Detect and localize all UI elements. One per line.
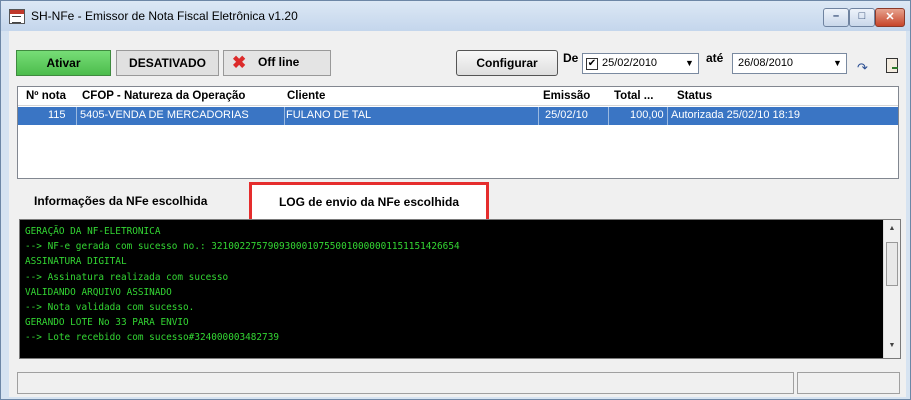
date-from-checkbox[interactable]: ✔ xyxy=(586,58,598,70)
status-pane xyxy=(797,372,900,394)
offline-label: Off line xyxy=(258,55,300,69)
column-header[interactable]: Emissão xyxy=(543,90,590,102)
date-from-value: 25/02/2010 xyxy=(602,57,658,69)
date-to-label: até xyxy=(706,51,724,65)
minimize-icon: – xyxy=(832,10,840,22)
tab-informacoes-label: Informações da NFe escolhida xyxy=(34,194,208,208)
exit-icon[interactable] xyxy=(886,58,898,73)
log-text: GERAÇÃO DA NF-ELETRONICA --> NF-e gerada… xyxy=(25,226,460,344)
column-header[interactable]: Nº nota xyxy=(26,90,66,102)
refresh-icon[interactable]: ↷ xyxy=(857,60,868,76)
date-from-picker[interactable]: ✔ 25/02/2010 ▼ xyxy=(582,53,699,74)
maximize-button[interactable]: □ xyxy=(849,8,875,27)
configurar-button[interactable]: Configurar xyxy=(456,50,558,76)
date-from-dropdown-icon[interactable]: ▼ xyxy=(681,54,698,73)
column-header[interactable]: Total ... xyxy=(614,90,653,102)
tab-log[interactable]: LOG de envio da NFe escolhida xyxy=(249,182,489,222)
date-to-dropdown-icon[interactable]: ▼ xyxy=(829,54,846,73)
offline-icon: ✖ xyxy=(232,53,247,72)
close-icon: ✕ xyxy=(885,11,895,23)
scroll-down-icon[interactable]: ▼ xyxy=(884,342,900,349)
scroll-thumb[interactable] xyxy=(886,242,898,286)
cell-cfop: 5405-VENDA DE MERCADORIAS xyxy=(80,109,249,121)
main-panel: Ativar DESATIVADO ✖ Off line Configurar … xyxy=(9,31,906,397)
table-row[interactable]: 115 5405-VENDA DE MERCADORIAS FULANO DE … xyxy=(18,107,898,125)
scroll-up-icon[interactable]: ▲ xyxy=(884,225,900,232)
date-to-value: 26/08/2010 xyxy=(738,57,794,69)
date-from-label: De xyxy=(563,51,579,65)
nfe-app-icon xyxy=(9,9,25,24)
window-title: SH-NFe - Emissor de Nota Fiscal Eletrôni… xyxy=(31,9,298,23)
connection-status: ✖ Off line xyxy=(223,50,331,76)
close-button[interactable]: ✕ xyxy=(875,8,905,27)
app-window: SH-NFe - Emissor de Nota Fiscal Eletrôni… xyxy=(0,0,911,400)
cell-total: 100,00 xyxy=(630,109,664,121)
status-pane xyxy=(17,372,794,394)
status-bar xyxy=(17,371,906,397)
minimize-button[interactable]: – xyxy=(823,8,849,27)
title-bar[interactable]: SH-NFe - Emissor de Nota Fiscal Eletrôni… xyxy=(1,1,910,31)
cell-status: Autorizada 25/02/10 18:19 xyxy=(671,109,801,121)
tab-log-label: LOG de envio da NFe escolhida xyxy=(278,195,460,209)
notes-table[interactable]: Nº nota CFOP - Natureza da Operação Clie… xyxy=(17,86,899,179)
maximize-icon: □ xyxy=(858,10,866,22)
cell-numero: 115 xyxy=(48,109,66,121)
cell-emissao: 25/02/10 xyxy=(545,109,588,121)
tab-informacoes[interactable]: Informações da NFe escolhida xyxy=(25,182,230,220)
status-indicator: DESATIVADO xyxy=(116,50,219,76)
table-header: Nº nota CFOP - Natureza da Operação Clie… xyxy=(18,87,898,106)
column-header[interactable]: Status xyxy=(677,90,712,102)
log-panel[interactable]: GERAÇÃO DA NF-ELETRONICA --> NF-e gerada… xyxy=(19,219,901,359)
column-header[interactable]: Cliente xyxy=(287,90,325,102)
date-to-picker[interactable]: 26/08/2010 ▼ xyxy=(732,53,847,74)
log-scrollbar[interactable]: ▲ ▼ xyxy=(883,220,900,358)
column-header[interactable]: CFOP - Natureza da Operação xyxy=(82,90,245,102)
ativar-button[interactable]: Ativar xyxy=(16,50,111,76)
cell-cliente: FULANO DE TAL xyxy=(286,109,372,121)
